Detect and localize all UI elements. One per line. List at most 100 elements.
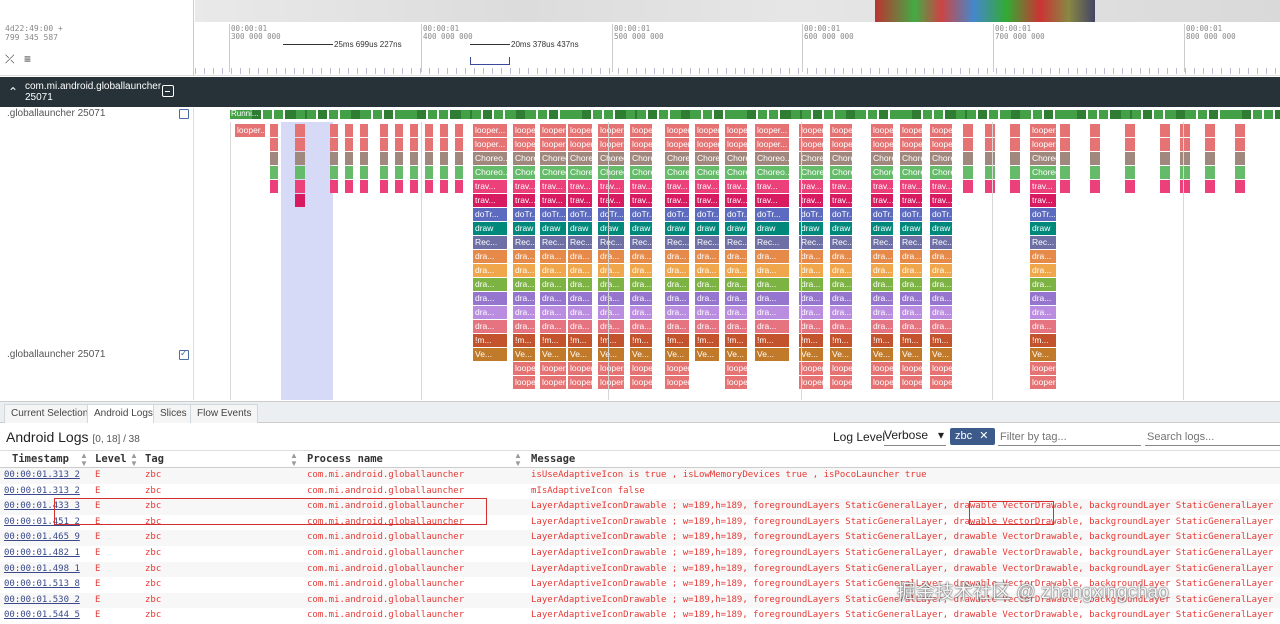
trace-slice[interactable]: Rec... bbox=[695, 236, 719, 249]
thread-state-block[interactable] bbox=[1121, 110, 1130, 119]
trace-slice[interactable] bbox=[270, 180, 278, 193]
thread-state-block[interactable] bbox=[494, 110, 503, 119]
col-tag[interactable]: Tag bbox=[145, 453, 164, 465]
thread-state-block[interactable] bbox=[1044, 110, 1053, 119]
trace-slice[interactable]: looper... bbox=[473, 138, 507, 151]
trace-slice[interactable] bbox=[395, 180, 403, 193]
trace-slice[interactable] bbox=[963, 180, 973, 193]
trace-slice[interactable]: dra... bbox=[755, 278, 789, 291]
trace-slice[interactable]: looper... bbox=[1030, 362, 1056, 375]
trace-slice[interactable]: doTr... bbox=[695, 208, 719, 221]
thread-state-block[interactable] bbox=[1275, 110, 1280, 119]
trace-slice[interactable] bbox=[1125, 166, 1135, 179]
trace-slice[interactable]: dra... bbox=[830, 264, 852, 277]
tab-current-selection[interactable]: Current Selection bbox=[4, 404, 96, 423]
trace-slice[interactable]: looper... bbox=[513, 376, 535, 389]
trace-slice[interactable]: looper... bbox=[630, 138, 652, 151]
trace-slice[interactable]: Choreo... bbox=[630, 152, 652, 165]
log-row[interactable]: 00:00:01.313 2 Ezbc com.mi.android.globall… bbox=[0, 484, 1280, 500]
trace-slice[interactable]: Choreo... bbox=[755, 152, 789, 165]
trace-slice[interactable]: Ve... bbox=[665, 348, 689, 361]
trace-slice[interactable]: dra... bbox=[665, 250, 689, 263]
trace-slice[interactable]: dra... bbox=[900, 292, 922, 305]
trace-slice[interactable]: dra... bbox=[725, 278, 747, 291]
trace-slice[interactable]: looper... bbox=[1030, 124, 1056, 137]
trace-slice[interactable]: dra... bbox=[568, 278, 592, 291]
trace-slice[interactable]: Choreo... bbox=[830, 152, 852, 165]
tag-filter-chip[interactable]: zbc ✕ bbox=[950, 428, 995, 445]
trace-slice[interactable]: looper... bbox=[930, 138, 952, 151]
trace-slice[interactable] bbox=[360, 124, 368, 137]
thread-state-block[interactable] bbox=[582, 110, 591, 119]
thread-state-block[interactable] bbox=[736, 110, 745, 119]
log-timestamp[interactable]: 00:00:01.482 1 bbox=[4, 546, 80, 562]
trace-slice[interactable] bbox=[455, 180, 463, 193]
trace-slice[interactable]: looper... bbox=[568, 138, 592, 151]
trace-slice[interactable] bbox=[963, 152, 973, 165]
trace-slice[interactable]: Rec... bbox=[568, 236, 592, 249]
trace-slice[interactable] bbox=[455, 152, 463, 165]
trace-slice[interactable] bbox=[1090, 138, 1100, 151]
trace-slice[interactable]: trav... bbox=[598, 194, 624, 207]
trace-slice[interactable]: dra... bbox=[695, 278, 719, 291]
trace-slice[interactable]: dra... bbox=[598, 320, 624, 333]
log-timestamp[interactable]: 00:00:01.544 5 bbox=[4, 608, 80, 624]
trace-slice[interactable]: looper... bbox=[900, 376, 922, 389]
thread-state-block[interactable] bbox=[989, 110, 998, 119]
thread-state-block[interactable] bbox=[1033, 110, 1042, 119]
menu-icon[interactable]: ≡ bbox=[24, 52, 31, 66]
trace-slice[interactable]: dra... bbox=[799, 306, 823, 319]
trace-slice[interactable] bbox=[1160, 138, 1170, 151]
trace-slice[interactable] bbox=[380, 180, 388, 193]
trace-slice[interactable]: dra... bbox=[695, 264, 719, 277]
trace-slice[interactable]: !m... bbox=[900, 334, 922, 347]
thread-state-block[interactable] bbox=[868, 110, 877, 119]
thread-state-block[interactable] bbox=[516, 110, 525, 119]
trace-slice[interactable]: dra... bbox=[725, 264, 747, 277]
trace-slice[interactable]: !m... bbox=[598, 334, 624, 347]
trace-slice[interactable] bbox=[395, 166, 403, 179]
trace-slice[interactable]: Ve... bbox=[755, 348, 789, 361]
trace-slice[interactable]: dra... bbox=[900, 264, 922, 277]
thread-state-block[interactable] bbox=[406, 110, 415, 119]
trace-slice[interactable] bbox=[1235, 124, 1245, 137]
trace-slice[interactable] bbox=[395, 152, 403, 165]
tab-android-logs[interactable]: Android Logs bbox=[87, 404, 160, 423]
tag-filter-input[interactable] bbox=[998, 428, 1141, 446]
trace-slice[interactable]: dra... bbox=[1030, 250, 1056, 263]
trace-slice[interactable]: dra... bbox=[513, 264, 535, 277]
trace-slice[interactable]: trav... bbox=[630, 180, 652, 193]
trace-slice[interactable]: draw bbox=[900, 222, 922, 235]
trace-slice[interactable]: Choreo... bbox=[1030, 166, 1056, 179]
trace-slice[interactable]: Choreo... bbox=[473, 166, 507, 179]
trace-slice[interactable]: trav... bbox=[695, 180, 719, 193]
trace-slice[interactable] bbox=[1160, 180, 1170, 193]
trace-slice[interactable] bbox=[440, 138, 448, 151]
trace-slice[interactable]: draw bbox=[1030, 222, 1056, 235]
trace-slice[interactable]: looper... bbox=[930, 376, 952, 389]
trace-slice[interactable]: Rec... bbox=[665, 236, 689, 249]
trace-slice[interactable] bbox=[270, 152, 278, 165]
trace-slice[interactable] bbox=[1160, 152, 1170, 165]
trace-slice[interactable]: dra... bbox=[540, 264, 566, 277]
thread-state-block[interactable] bbox=[1132, 110, 1141, 119]
thread-state-block[interactable] bbox=[329, 110, 338, 119]
trace-slice[interactable]: looper... bbox=[473, 124, 507, 137]
trace-slice[interactable] bbox=[440, 180, 448, 193]
col-process-name[interactable]: Process name bbox=[307, 453, 383, 465]
trace-slice[interactable]: trav... bbox=[799, 194, 823, 207]
thread-state-block[interactable] bbox=[879, 110, 888, 119]
trace-slice[interactable] bbox=[395, 124, 403, 137]
trace-slice[interactable]: doTr... bbox=[799, 208, 823, 221]
trace-slice[interactable]: looper... bbox=[513, 362, 535, 375]
trace-slice[interactable]: Ve... bbox=[900, 348, 922, 361]
trace-slice[interactable]: doTr... bbox=[665, 208, 689, 221]
thread-state-block[interactable] bbox=[758, 110, 767, 119]
trace-slice[interactable]: looper... bbox=[799, 138, 823, 151]
trace-slice[interactable]: doTr... bbox=[755, 208, 789, 221]
trace-slice[interactable]: looper... bbox=[725, 362, 747, 375]
trace-slice[interactable] bbox=[1205, 180, 1215, 193]
thread-state-block[interactable] bbox=[1253, 110, 1262, 119]
thread-state-block[interactable] bbox=[681, 110, 690, 119]
trace-slice[interactable] bbox=[295, 180, 305, 193]
